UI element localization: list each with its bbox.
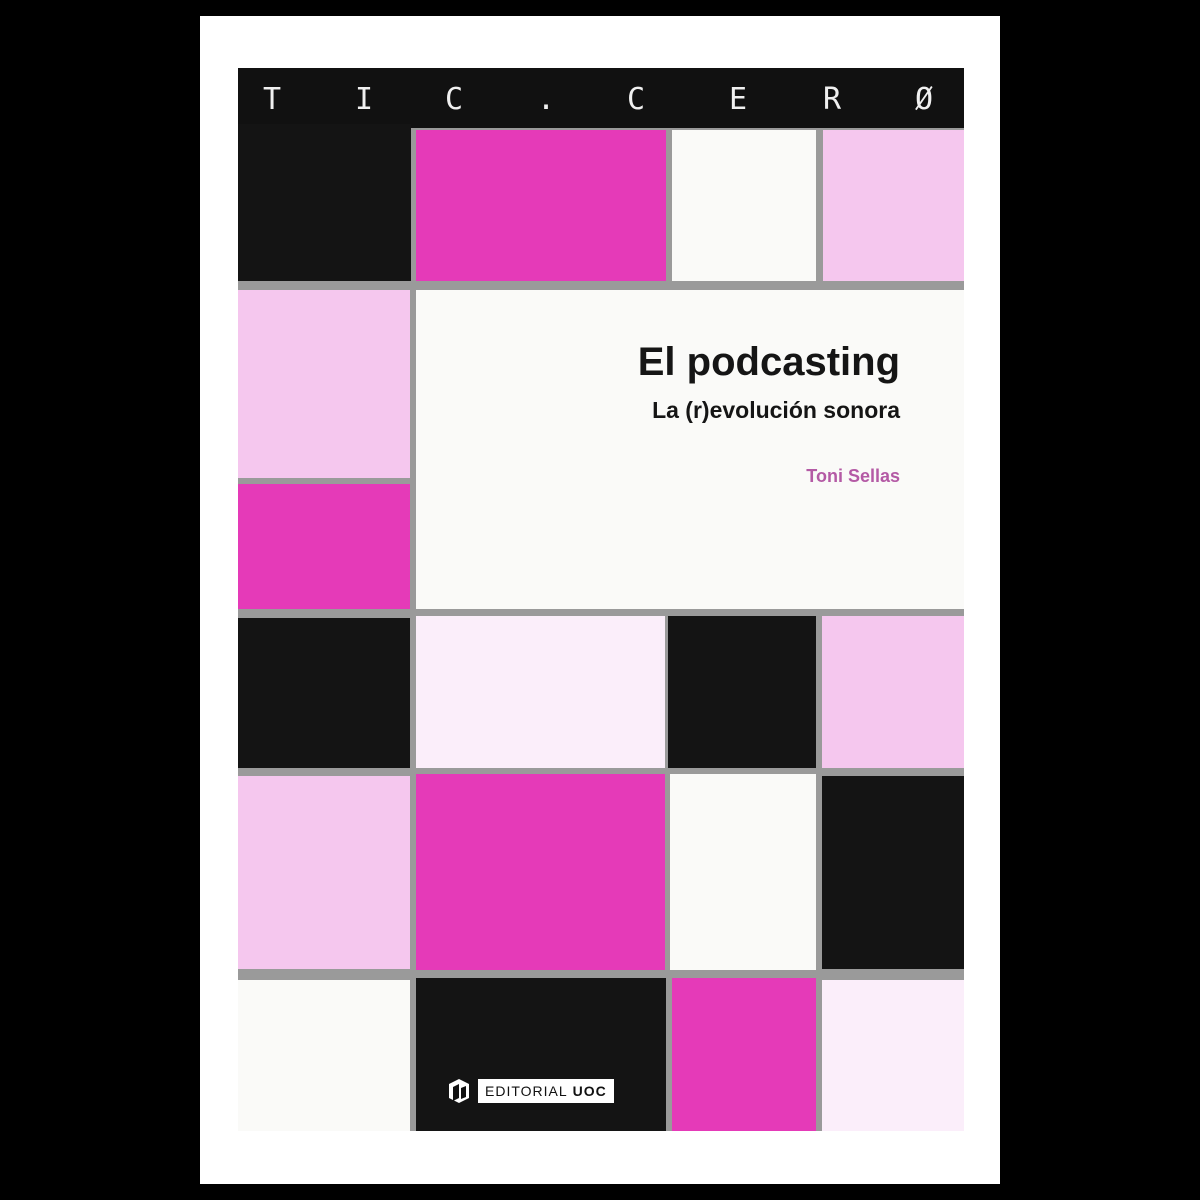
series-letter: Ø	[914, 82, 934, 117]
tile-magenta	[416, 130, 666, 281]
tile-magenta	[238, 484, 410, 609]
book-subtitle: La (r)evolución sonora	[652, 397, 900, 423]
book-cover: T I C . C E R Ø El podcasting La (r)evol…	[238, 68, 964, 1131]
tile-black	[668, 616, 816, 768]
publisher-name-strong: UOC	[572, 1083, 607, 1099]
series-band: T I C . C E R Ø	[238, 68, 964, 128]
tile-pale-pink	[822, 980, 964, 1131]
cube-logo-icon	[449, 1079, 469, 1103]
tile-magenta	[416, 774, 665, 970]
series-letter: .	[536, 82, 556, 117]
tile-black	[238, 618, 410, 768]
publisher-name: EDITORIAL UOC	[478, 1079, 614, 1103]
tile-black	[238, 124, 411, 281]
tile-pale-pink	[416, 616, 665, 768]
tile-white	[238, 980, 410, 1131]
publisher-name-text: EDITORIAL	[485, 1083, 568, 1099]
tile-light-pink	[238, 290, 410, 478]
tile-light-pink	[822, 616, 964, 768]
series-letter: T	[262, 82, 282, 117]
book-author: Toni Sellas	[806, 466, 900, 486]
series-letter: C	[444, 82, 464, 117]
tile-white	[672, 130, 816, 281]
publisher-imprint: EDITORIAL UOC	[448, 1074, 614, 1108]
book-title: El podcasting	[637, 340, 900, 384]
title-panel: El podcasting La (r)evolución sonora Ton…	[416, 290, 964, 609]
series-letter: I	[354, 82, 374, 117]
tile-black	[822, 776, 964, 969]
tile-light-pink	[823, 130, 964, 281]
tile-white	[670, 774, 816, 970]
tile-light-pink	[238, 776, 410, 969]
tile-black	[416, 978, 666, 1131]
series-letter: R	[822, 82, 842, 117]
series-letter: C	[626, 82, 646, 117]
series-letter: E	[728, 82, 748, 117]
tile-magenta	[672, 978, 816, 1131]
